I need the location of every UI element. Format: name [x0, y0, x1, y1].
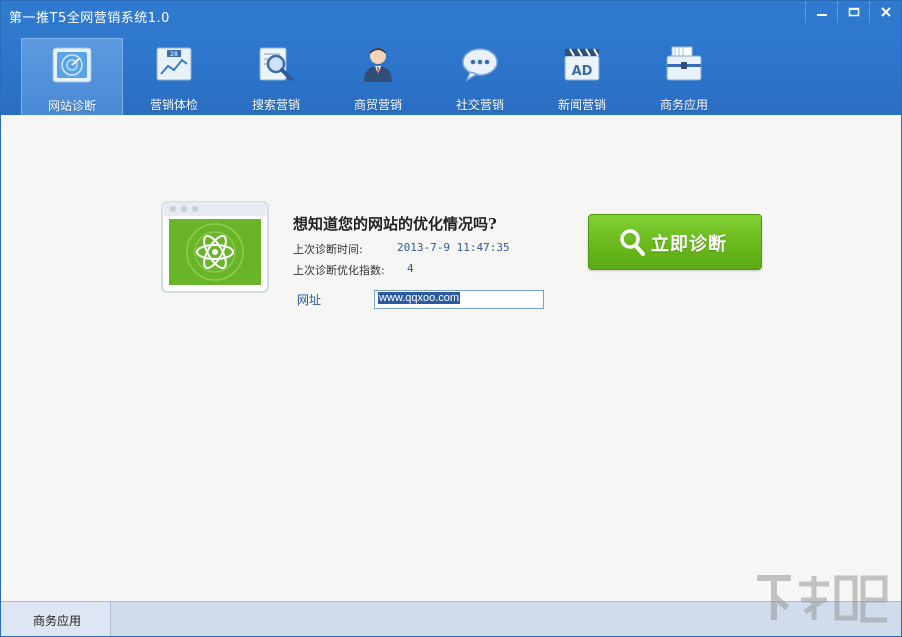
- maximize-icon: [848, 7, 859, 17]
- briefcase-icon: [666, 46, 702, 81]
- nav-item-business-apps[interactable]: 商务应用: [633, 38, 735, 115]
- nav-item-trade-marketing[interactable]: 商贸营销: [327, 38, 429, 115]
- minimize-icon: [816, 14, 827, 16]
- window-controls: [805, 1, 901, 23]
- app-window: 第一推T5全网营销系统1.0 网站诊断 28 营销体检 搜索营销 商贸营销 社交…: [0, 0, 902, 637]
- main-panel: 想知道您的网站的优化情况吗? 上次诊断时间: 2013-7-9 11:47:35…: [1, 115, 901, 601]
- nav-item-site-diagnosis[interactable]: 网站诊断: [21, 38, 123, 115]
- diagnosis-monitor-icon: [161, 201, 269, 293]
- businessman-icon: [364, 48, 392, 82]
- close-icon: [880, 7, 891, 17]
- close-button[interactable]: [869, 1, 901, 23]
- nav-label: 社交营销: [455, 98, 504, 112]
- url-input[interactable]: www.qqxoo.com: [374, 290, 544, 309]
- last-score-label: 上次诊断优化指数:: [293, 264, 385, 277]
- watermark-logo: [757, 575, 888, 623]
- svg-text:AD: AD: [572, 64, 593, 79]
- search-icon: [620, 229, 645, 256]
- nav-label: 营销体检: [149, 98, 198, 112]
- nav-item-search-marketing[interactable]: 搜索营销: [225, 38, 327, 115]
- last-diagnosis-time-label: 上次诊断时间:: [293, 243, 363, 256]
- status-label: 商务应用: [33, 614, 82, 628]
- last-score-value: 4: [407, 262, 414, 275]
- radar-icon: [52, 47, 92, 83]
- diagnose-now-button[interactable]: 立即诊断: [588, 214, 762, 270]
- nav-label: 新闻营销: [557, 98, 606, 112]
- diagnose-now-label: 立即诊断: [651, 234, 727, 255]
- maximize-button[interactable]: [837, 1, 869, 23]
- svg-text:28: 28: [170, 51, 178, 58]
- chat-bubble-icon: [462, 48, 498, 82]
- minimize-button[interactable]: [805, 1, 837, 23]
- nav-item-news-marketing[interactable]: AD 新闻营销: [531, 38, 633, 115]
- url-label: 网址: [297, 293, 322, 307]
- nav-label: 商务应用: [659, 98, 708, 112]
- nav-item-social-marketing[interactable]: 社交营销: [429, 38, 531, 115]
- last-diagnosis-time-value: 2013-7-9 11:47:35: [397, 241, 510, 254]
- status-cell[interactable]: 商务应用: [1, 602, 111, 636]
- nav-item-marketing-checkup[interactable]: 28 营销体检: [123, 38, 225, 115]
- magnifier-icon: [259, 47, 293, 81]
- nav-label: 网站诊断: [47, 99, 96, 113]
- main-nav: 网站诊断 28 营销体检 搜索营销 商贸营销 社交营销 AD 新闻营销 商务应用: [21, 38, 735, 115]
- window-title: 第一推T5全网营销系统1.0: [9, 11, 170, 26]
- nav-label: 搜索营销: [251, 98, 300, 112]
- url-input-value: www.qqxoo.com: [378, 292, 461, 304]
- ad-clapper-icon: AD: [564, 48, 600, 81]
- page-heading: 想知道您的网站的优化情况吗?: [293, 215, 497, 233]
- nav-label: 商贸营销: [353, 98, 402, 112]
- calendar-chart-icon: 28: [156, 47, 192, 81]
- header-bar: 第一推T5全网营销系统1.0 网站诊断 28 营销体检 搜索营销 商贸营销 社交…: [1, 1, 901, 115]
